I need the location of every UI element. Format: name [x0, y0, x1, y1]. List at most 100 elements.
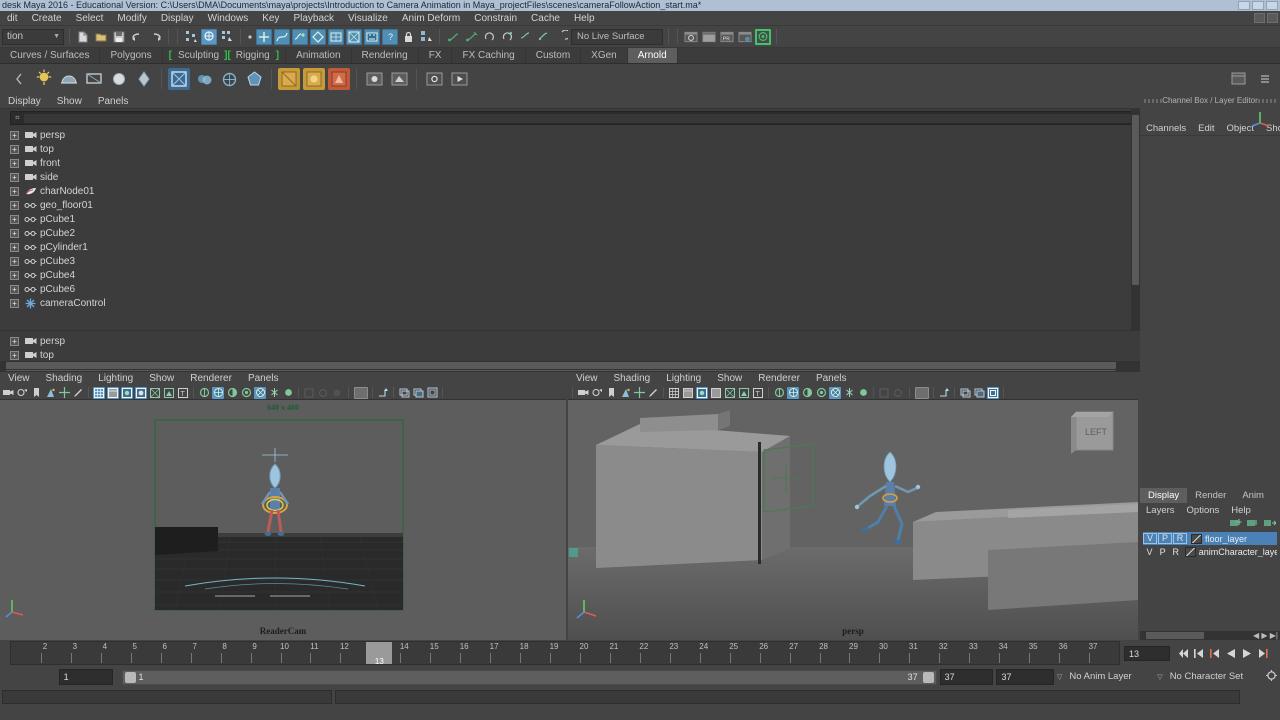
select-by-hierarchy-icon[interactable]: [183, 29, 199, 45]
undo-icon[interactable]: [129, 29, 145, 45]
channel-menu-edit[interactable]: Edit: [1192, 121, 1220, 136]
screen-space-ao-icon[interactable]: [282, 387, 294, 399]
expand-toggle-icon[interactable]: +: [10, 214, 19, 224]
make-live-icon[interactable]: [364, 28, 380, 45]
shelf-menu-icon[interactable]: [1254, 68, 1276, 90]
go-to-end-icon[interactable]: [1256, 646, 1269, 660]
expand-toggle-icon[interactable]: +: [10, 158, 19, 168]
shelf-arnold-standin-icon[interactable]: [168, 68, 190, 90]
selection-mode-dropdown[interactable]: tion ▼: [2, 28, 64, 45]
layer-tab-display[interactable]: Display: [1140, 488, 1188, 503]
outliner-item-pcube6[interactable]: + pCube6: [0, 282, 1140, 296]
shaded-wireframe-icon[interactable]: [724, 387, 736, 399]
smooth-shade-all-icon[interactable]: [682, 387, 694, 399]
isolate-select-icon[interactable]: [303, 387, 315, 399]
shelf-editor-icon[interactable]: [1228, 68, 1250, 90]
vp-left-menu-show[interactable]: Show: [141, 372, 182, 386]
layer-playback-toggle[interactable]: P: [1156, 547, 1169, 557]
window-controls[interactable]: [1238, 1, 1278, 10]
input-output-connections-icon[interactable]: [418, 29, 434, 45]
layer-color-swatch[interactable]: [1185, 546, 1196, 557]
render-settings-icon[interactable]: PR: [719, 29, 735, 45]
xray-icon[interactable]: [892, 387, 904, 399]
select-by-component-icon[interactable]: [219, 29, 235, 45]
history-reset-icon[interactable]: [553, 29, 569, 45]
bookmark-icon[interactable]: [605, 387, 617, 399]
exposure-swatch[interactable]: [354, 386, 368, 399]
outliner-menu-show[interactable]: Show: [49, 94, 90, 109]
shelf-lightbulb-icon[interactable]: [33, 68, 55, 90]
shelf-tab-sculpting[interactable]: Sculpting: [174, 48, 223, 63]
texture-toggle-icon[interactable]: T: [752, 387, 764, 399]
range-slider-bar[interactable]: 1 37: [121, 669, 937, 685]
wireframe-shading-icon[interactable]: [668, 387, 680, 399]
expand-toggle-icon[interactable]: +: [10, 336, 19, 346]
shelf-arnold-meshlight-icon[interactable]: [108, 68, 130, 90]
outliner-item-front[interactable]: + front: [0, 156, 1140, 170]
arnold-render-icon[interactable]: [755, 28, 771, 45]
time-slider-current-frame-indicator[interactable]: 13: [366, 642, 393, 664]
shelf-flat-light-icon[interactable]: [278, 68, 300, 90]
outliner-item-charnode01[interactable]: + charNode01: [0, 184, 1140, 198]
live-surface-field[interactable]: No Live Surface: [571, 28, 663, 45]
viewport-reader-cam[interactable]: View Shading Lighting Show Renderer Pane…: [0, 372, 566, 640]
expand-toggle-icon[interactable]: +: [10, 130, 19, 140]
shelf-arnold-skydome-icon[interactable]: [58, 68, 80, 90]
expand-toggle-icon[interactable]: +: [10, 172, 19, 182]
vp-right-menu-show[interactable]: Show: [709, 372, 750, 386]
anim-end-time-field[interactable]: 37: [996, 669, 1054, 685]
vp-left-menu-panels[interactable]: Panels: [240, 372, 287, 386]
shelf-arnold-procedural-icon[interactable]: [243, 68, 265, 90]
layer-menu-help[interactable]: Help: [1225, 505, 1257, 516]
construction-history-icon[interactable]: [445, 29, 461, 45]
two-d-pan-zoom-icon[interactable]: [58, 387, 70, 399]
outliner-item-pcube3[interactable]: + pCube3: [0, 254, 1140, 268]
playback-end-time-field[interactable]: 37: [939, 669, 994, 685]
mel-command-field[interactable]: [2, 690, 332, 704]
command-response-field[interactable]: [335, 690, 1240, 704]
menu-item-create[interactable]: Create: [25, 11, 69, 26]
minimize-button[interactable]: [1238, 1, 1250, 10]
expand-toggle-icon[interactable]: +: [10, 284, 19, 294]
resolution-gate-icon[interactable]: [412, 387, 424, 399]
layer-editor-scrollbar[interactable]: ◀ ▶ ▶|: [1140, 631, 1280, 640]
select-by-object-icon[interactable]: [201, 28, 217, 45]
menu-item-playback[interactable]: Playback: [286, 11, 341, 26]
help-snap-icon[interactable]: ?: [382, 28, 398, 45]
shelf-flat-light-3-icon[interactable]: [328, 68, 350, 90]
view-transform-icon[interactable]: [377, 387, 389, 399]
shelf-arnold-photometric-icon[interactable]: [133, 68, 155, 90]
motion-blur-icon[interactable]: [268, 387, 280, 399]
snap-to-view-plane-icon[interactable]: [328, 28, 344, 45]
image-plane-icon[interactable]: [44, 387, 56, 399]
shelf-tab-custom[interactable]: Custom: [526, 48, 582, 63]
menu-item-edit[interactable]: dit: [0, 11, 25, 26]
time-slider-track[interactable]: 2345678910111213141516171819202122232425…: [10, 641, 1120, 665]
layer-tab-render[interactable]: Render: [1187, 488, 1234, 503]
image-plane-icon[interactable]: [619, 387, 631, 399]
close-button[interactable]: [1266, 1, 1278, 10]
xray-icon[interactable]: [317, 387, 329, 399]
outliner2-item-top[interactable]: + top: [0, 348, 1140, 361]
expand-toggle-icon[interactable]: +: [10, 144, 19, 154]
wireframe-shading-icon[interactable]: [93, 386, 105, 399]
redo-icon[interactable]: [147, 29, 163, 45]
use-default-lighting-icon[interactable]: [773, 387, 785, 399]
viewport-right-canvas[interactable]: LEFT persp: [568, 400, 1138, 640]
expand-toggle-icon[interactable]: +: [10, 350, 19, 360]
new-layer-from-selection-icon[interactable]: [1246, 518, 1259, 531]
outliner-item-side[interactable]: + side: [0, 170, 1140, 184]
shelf-tab-rigging[interactable]: Rigging: [232, 48, 274, 63]
outliner2-item-persp[interactable]: + persp: [0, 334, 1140, 348]
snap-to-point-icon[interactable]: [292, 28, 308, 45]
motion-blur-icon[interactable]: [843, 387, 855, 399]
snap-dot-icon[interactable]: [246, 29, 254, 45]
panel-grip-left[interactable]: [1144, 99, 1162, 103]
delete-history-icon[interactable]: [499, 29, 515, 45]
smooth-shade-selected-icon[interactable]: [696, 386, 708, 399]
vp-right-menu-lighting[interactable]: Lighting: [658, 372, 709, 386]
vp-right-menu-panels[interactable]: Panels: [808, 372, 855, 386]
layer-name[interactable]: animCharacter_layer: [1199, 547, 1277, 557]
menu-item-constrain[interactable]: Constrain: [467, 11, 524, 26]
expand-toggle-icon[interactable]: +: [10, 298, 19, 308]
